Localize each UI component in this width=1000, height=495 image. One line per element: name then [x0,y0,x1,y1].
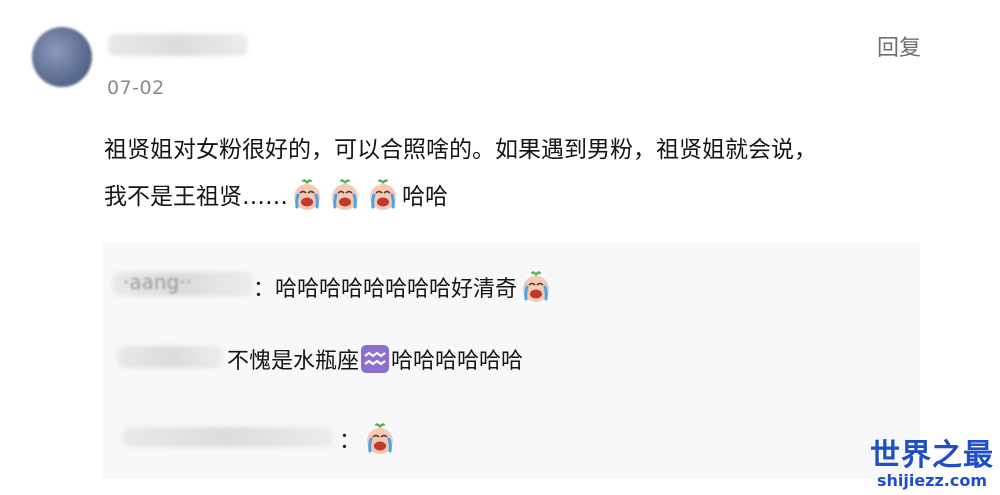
comment-text-line1: 祖贤姐对女粉很好的，可以合照啥的。如果遇到男粉，祖贤姐就会说， [104,137,817,163]
watermark-url: shijiezz.com [876,471,988,490]
reply-text: ： [339,422,399,456]
cry-laugh-emoji [363,422,397,456]
reply-item: ： [103,418,903,458]
cry-laugh-emoji [290,178,324,212]
comment-date: 07-02 [107,77,165,99]
reply-text: ：哈哈哈哈哈哈哈哈好清奇 [253,270,555,304]
reply-text-content: 不愧是水瓶座 [227,349,360,374]
comment-text-tail: 哈哈 [402,184,448,210]
reply-text-content: ：哈哈哈哈哈哈哈哈好清奇 [253,277,518,302]
watermark-title: 世界之最 [870,438,994,473]
cry-laugh-emoji [366,178,400,212]
comment-body: 祖贤姐对女粉很好的，可以合照啥的。如果遇到男粉，祖贤姐就会说， 我不是王祖贤……… [104,127,964,221]
username-blurred[interactable] [108,34,248,56]
reply-text-content: ： [339,429,362,454]
reply-item: ·aang·· ：哈哈哈哈哈哈哈哈好清奇 [103,266,903,306]
cry-laugh-emoji [519,270,553,304]
reply-item: 不愧是水瓶座 哈哈哈哈哈哈 [103,340,903,380]
reply-username-blurred[interactable] [117,346,223,368]
site-watermark: 世界之最 shijiezz.com [870,441,994,489]
avatar[interactable] [32,27,92,87]
cry-laugh-emoji [328,178,362,212]
comment-text-line2: 我不是王祖贤…… [104,184,288,210]
aquarius-icon [361,345,390,373]
reply-text-content: 哈哈哈哈哈哈 [391,349,524,374]
reply-username-partial[interactable]: ·aang·· [123,270,192,294]
reply-text: 不愧是水瓶座 哈哈哈哈哈哈 [227,343,523,375]
reply-button[interactable]: 回复 [877,30,921,62]
reply-username-blurred[interactable] [123,427,333,447]
replies-panel: ·aang·· ：哈哈哈哈哈哈哈哈好清奇 不愧是水瓶座 哈哈哈哈哈哈 ： [103,243,920,479]
